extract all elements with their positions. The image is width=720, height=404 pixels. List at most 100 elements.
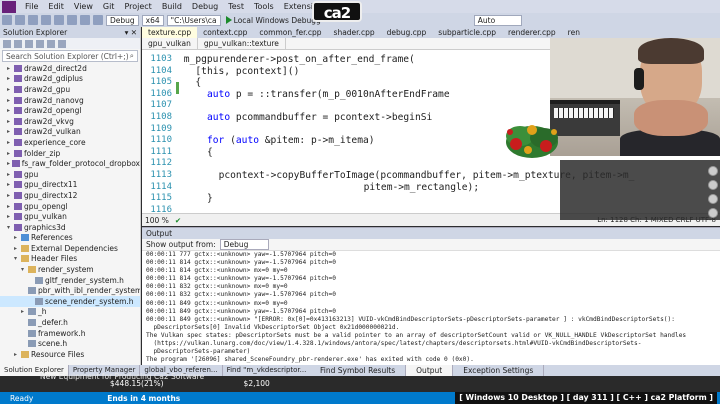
back-icon[interactable] [2,15,12,25]
tab-texture-cpp[interactable]: texture.cpp [142,27,198,38]
expand-toggle-icon[interactable]: ▸ [7,65,14,72]
expand-toggle-icon[interactable]: ▸ [7,181,14,188]
tree-item[interactable]: ▸ folder_zip [0,148,140,159]
expand-toggle-icon[interactable]: ▸ [14,234,21,241]
tab-find-symbol-results[interactable]: Find Symbol Results [310,365,407,376]
tree-item[interactable]: ▸ experience_core [0,137,140,148]
expand-toggle-icon[interactable]: ▸ [7,97,14,104]
tab-context-cpp[interactable]: context.cpp [197,27,253,38]
expand-toggle-icon[interactable]: ▸ [7,192,14,199]
tree-item[interactable]: gltf_render_system.h [0,275,140,286]
scope-nav-select[interactable]: gpu_vulkan::texture [198,38,286,49]
expand-toggle-icon[interactable]: ▾ [7,224,14,231]
tab-find-results[interactable]: Find "m_vkdescriptor... [223,365,312,376]
code-line[interactable]: auto pcommandbuffer = pcontext->beginSi [207,112,432,123]
tree-item[interactable]: ▾ Header Files [0,254,140,265]
tree-item[interactable]: ▾ graphics3d [0,222,140,233]
code-line[interactable]: { [207,147,213,158]
tree-item[interactable]: ▸ gpu [0,169,140,180]
collapse-all-icon[interactable] [36,39,44,48]
tree-item[interactable]: ▸ External Dependencies [0,243,140,254]
undo-icon[interactable] [67,15,77,25]
expand-toggle-icon[interactable]: ▸ [7,75,14,82]
sync-icon[interactable] [14,39,22,48]
platform-select[interactable]: x64 [141,14,164,26]
expand-toggle-icon[interactable]: ▸ [7,203,14,210]
tree-item[interactable]: ▸ gpu_vulkan [0,211,140,222]
tree-item[interactable]: scene_render_system.h [0,296,140,307]
overlay-button-1[interactable] [708,166,718,176]
tree-item[interactable]: ▸ draw2d_opengl [0,105,140,116]
menu-project[interactable]: Project [119,2,156,11]
output-source-select[interactable]: Debug [219,239,270,250]
code-line[interactable]: pitem->m_rectangle); [364,182,480,193]
expand-toggle-icon[interactable]: ▸ [7,139,14,146]
tree-item[interactable]: ▸ References [0,233,140,244]
menu-tools[interactable]: Tools [249,2,279,11]
breakpoint-icon[interactable] [93,15,103,25]
tree-item[interactable]: ▸ gpu_opengl [0,201,140,212]
expand-toggle-icon[interactable]: ▸ [7,128,14,135]
menu-git[interactable]: Git [98,2,120,11]
tree-item[interactable]: ▸ _h [0,307,140,318]
code-line[interactable]: for (auto &pitem: p->m_itema) [207,135,375,146]
new-item-icon[interactable] [28,15,38,25]
pin-icon[interactable]: ▾ ✕ [125,28,137,37]
redo-icon[interactable] [80,15,90,25]
tree-item[interactable]: _defer.h [0,317,140,328]
expand-toggle-icon[interactable]: ▸ [7,107,14,114]
auto-select[interactable]: Auto [473,14,522,26]
expand-toggle-icon[interactable]: ▸ [21,308,28,315]
expand-toggle-icon[interactable]: ▾ [21,266,28,273]
tree-item[interactable]: ▸ fs_raw_folder_protocol_dropbox [0,158,140,169]
output-text[interactable]: 00:00:11 777 gctx::<unknown> yaw=-1.5707… [142,251,720,364]
expand-toggle-icon[interactable]: ▸ [7,86,14,93]
tree-item[interactable]: ▸ gpu_directx11 [0,180,140,191]
refresh-icon[interactable] [25,39,33,48]
menu-edit[interactable]: Edit [43,2,69,11]
tree-item[interactable]: ▸ draw2d_vkvg [0,116,140,127]
project-nav-select[interactable]: gpu_vulkan [142,38,198,49]
tab-renderer-cpp[interactable]: renderer.cpp [502,27,562,38]
home-icon[interactable] [3,39,11,48]
menu-file[interactable]: File [20,2,43,11]
code-line[interactable]: } [207,193,213,204]
expand-toggle-icon[interactable]: ▸ [7,118,14,125]
menu-build[interactable]: Build [157,2,187,11]
expand-toggle-icon[interactable]: ▸ [7,150,14,157]
save-all-icon[interactable] [54,15,64,25]
menu-debug[interactable]: Debug [187,2,223,11]
menu-view[interactable]: View [69,2,98,11]
forward-icon[interactable] [15,15,25,25]
show-all-files-icon[interactable] [47,39,55,48]
code-line[interactable]: m_pgpurenderer->post_on_after_end_frame( [184,54,415,65]
code-line[interactable]: { [195,77,201,88]
tree-item[interactable]: ▸ draw2d_gpu [0,84,140,95]
tab-ren[interactable]: ren [562,27,586,38]
tab-shader-cpp[interactable]: shader.cpp [328,27,381,38]
expand-toggle-icon[interactable]: ▸ [14,245,21,252]
overlay-button-2[interactable] [708,180,718,190]
code-line[interactable]: auto p = ::transfer(m_p_0010nAfterEndFra… [207,89,450,100]
tab-debug-cpp[interactable]: debug.cpp [381,27,433,38]
tree-item[interactable]: ▾ render_system [0,264,140,275]
tree-item[interactable]: ▸ draw2d_nanovg [0,95,140,106]
expand-toggle-icon[interactable]: ▸ [14,351,21,358]
tab-subparticle-cpp[interactable]: subparticle.cpp [432,27,502,38]
tree-item[interactable]: framework.h [0,328,140,339]
overlay-button-3[interactable] [708,194,718,204]
zoom-level[interactable]: 100 % [145,216,169,225]
overlay-button-4[interactable] [708,208,718,218]
tree-item[interactable]: scene.h [0,338,140,349]
tree-item[interactable]: ▸ gpu_directx12 [0,190,140,201]
solution-search-input[interactable]: Search Solution Explorer (Ctrl+;) ⌕ [2,50,138,62]
tree-item[interactable]: ▸ draw2d_vulkan [0,127,140,138]
tree-item[interactable]: ▸ draw2d_gdiplus [0,74,140,85]
expand-toggle-icon[interactable]: ▸ [7,171,14,178]
code-line[interactable]: [this, pcontext]() [195,66,299,77]
tab-exception-settings[interactable]: Exception Settings [453,365,545,376]
expand-toggle-icon[interactable]: ▸ [7,213,14,220]
config-select[interactable]: Debug [106,14,139,26]
tab-output[interactable]: Output [406,365,454,376]
expand-toggle-icon[interactable]: ▾ [14,255,21,262]
